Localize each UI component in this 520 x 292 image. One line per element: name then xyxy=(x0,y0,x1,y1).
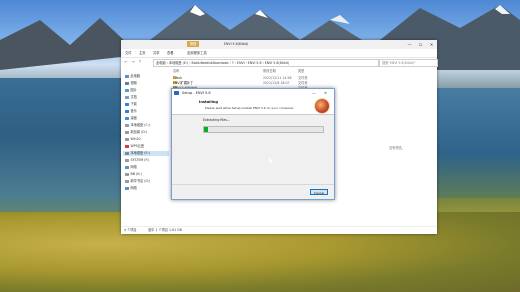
sidebar-item-drive-c[interactable]: 本地磁盘 (C:) xyxy=(125,123,150,128)
cancel-button[interactable]: Cancel xyxy=(310,189,328,195)
music-icon xyxy=(125,109,129,113)
back-icon[interactable]: ← xyxy=(123,59,129,65)
sidebar-item-videos[interactable]: 视频 xyxy=(125,81,137,86)
setup-header: Installing Please wait while Setup insta… xyxy=(172,97,334,115)
navigation-pane: 此电脑 视频 图片 文档 下载 音乐 桌面 本地磁盘 (C:) 新加卷 (D:)… xyxy=(121,70,171,225)
column-headers: 名称 修改日期 类型 xyxy=(173,68,435,74)
sidebar-item-wps[interactable]: WPS云盘 xyxy=(125,144,144,149)
drive-icon xyxy=(125,179,129,183)
close-button[interactable]: ✕ xyxy=(426,40,437,49)
maximize-button[interactable]: ☐ xyxy=(415,40,426,49)
minimize-button[interactable]: — xyxy=(404,40,415,49)
address-field[interactable]: 此电脑 › 本地磁盘 (E:) › BaiduNetdiskDownload ›… xyxy=(153,59,379,67)
extract-status: Extracting files... xyxy=(203,118,230,122)
download-icon xyxy=(125,102,129,106)
manage-tab[interactable]: 管理 xyxy=(187,41,200,47)
video-icon xyxy=(125,81,129,85)
install-progress-bar xyxy=(203,126,324,133)
ribbon-file-tab[interactable]: 文件 xyxy=(125,50,132,56)
drive-icon xyxy=(125,123,129,127)
window-title: ENVI 5.6(64bit) xyxy=(224,42,249,46)
item-count: 4 个项目 xyxy=(124,228,137,232)
network-icon xyxy=(125,186,129,190)
desktop-icon xyxy=(125,116,129,120)
drive-icon xyxy=(125,130,129,134)
sidebar-item-documents[interactable]: 文档 xyxy=(125,95,137,100)
column-type[interactable]: 类型 xyxy=(298,68,304,73)
sidebar-item-network-2[interactable]: 网络 xyxy=(125,186,137,191)
setup-subheading: Please wait while Setup installs ENVI 5.… xyxy=(205,106,295,110)
drive-icon xyxy=(125,158,129,162)
explorer-titlebar: 管理 ENVI 5.6(64bit) — ☐ ✕ xyxy=(121,40,437,49)
ribbon-share-tab[interactable]: 共享 xyxy=(153,50,160,56)
sidebar-item-downloads[interactable]: 下载 xyxy=(125,102,137,107)
ribbon-home-tab[interactable]: 主页 xyxy=(139,50,146,56)
column-name[interactable]: 名称 xyxy=(173,68,179,73)
drive-icon xyxy=(125,137,129,141)
address-bar-row: ← → ↑ 此电脑 › 本地磁盘 (E:) › BaiduNetdiskDown… xyxy=(121,58,438,67)
sidebar-item-pictures[interactable]: 图片 xyxy=(125,88,137,93)
setup-app-icon xyxy=(174,91,179,95)
setup-titlebar: Setup - ENVI 5.6 — ✕ xyxy=(172,89,334,97)
sidebar-item-this-pc[interactable]: 此电脑 xyxy=(125,74,140,79)
up-icon[interactable]: ↑ xyxy=(137,59,143,65)
envi-logo-icon xyxy=(314,98,330,114)
selected-count: 选中 1 个项目 xyxy=(148,228,168,232)
selected-size: 1.61 GB xyxy=(169,228,182,232)
ribbon-tabs: 文件 主页 共享 查看 应用程序工具 xyxy=(121,49,437,58)
footer-divider xyxy=(172,184,334,185)
setup-dialog: Setup - ENVI 5.6 — ✕ Installing Please w… xyxy=(171,88,335,200)
setup-heading: Installing xyxy=(199,100,219,104)
close-button[interactable]: ✕ xyxy=(324,89,327,97)
sidebar-item-drive-e[interactable]: 本地磁盘 (E:) xyxy=(123,151,169,156)
search-input[interactable]: 搜索"ENVI 5.6(64bit)" xyxy=(379,59,438,67)
document-icon xyxy=(125,95,129,99)
minimize-button[interactable]: — xyxy=(312,89,316,97)
sidebar-item-drive-f[interactable]: SYSTEM (F:) xyxy=(125,158,149,163)
sidebar-item-drive-g[interactable]: 新华书店 (G:) xyxy=(125,179,150,184)
drive-icon xyxy=(125,151,129,155)
sidebar-item-win10[interactable]: Win10 xyxy=(125,137,141,142)
progress-fill xyxy=(204,127,208,132)
picture-icon xyxy=(125,88,129,92)
sidebar-item-drive-d[interactable]: 新加卷 (D:) xyxy=(125,130,147,135)
sidebar-item-network[interactable]: 网络 xyxy=(125,165,137,170)
status-bar: 4 个项目 选中 1 个项目 1.61 GB xyxy=(121,226,437,234)
cloud-icon xyxy=(125,144,129,148)
drive-icon xyxy=(125,172,129,176)
sidebar-item-desktop[interactable]: 桌面 xyxy=(125,116,137,121)
pc-icon xyxy=(125,74,129,78)
setup-title: Setup - ENVI 5.6 xyxy=(182,91,211,95)
preview-pane-message: 没有预览。 xyxy=(389,146,405,150)
forward-icon[interactable]: → xyxy=(130,59,136,65)
sidebar-item-drive-k[interactable]: BN (K:) xyxy=(125,172,142,177)
network-icon xyxy=(125,165,129,169)
sidebar-item-music[interactable]: 音乐 xyxy=(125,109,137,114)
ribbon-view-tab[interactable]: 查看 xyxy=(167,50,174,56)
column-date[interactable]: 修改日期 xyxy=(263,68,276,73)
ribbon-app-tools-tab[interactable]: 应用程序工具 xyxy=(187,50,207,56)
